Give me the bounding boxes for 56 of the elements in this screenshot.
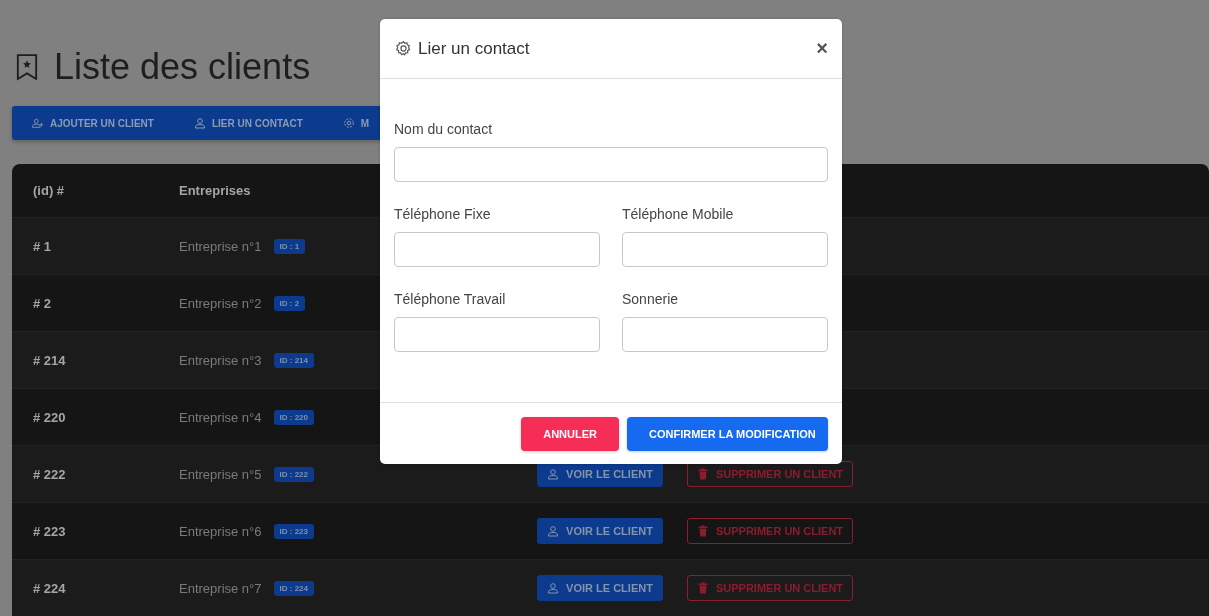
id-badge: ID : 1: [273, 238, 306, 254]
input-field[interactable]: [394, 232, 600, 267]
company-name: Entreprise n°3: [179, 352, 262, 368]
table-cell-text: # 2: [32, 295, 53, 311]
company-name: Entreprise n°7: [179, 580, 262, 596]
table-cell-text: # 224: [32, 580, 67, 596]
table-cell-text: # 1: [32, 238, 53, 254]
table-cell-text: # 220: [32, 409, 67, 425]
id-badge: ID : 224: [273, 580, 314, 596]
table-cell-text: # 214: [32, 352, 67, 368]
settings-icon: [395, 40, 412, 57]
field-label: Sonnerie: [622, 291, 680, 307]
id-badge: ID : 2: [273, 295, 306, 311]
trash-icon: [696, 525, 709, 537]
delete-client-button[interactable]: SUPPRIMER UN CLIENT: [687, 575, 853, 601]
cancel-button[interactable]: ANNULER: [521, 416, 619, 451]
column-header: (id) #: [32, 183, 66, 198]
column-header: Entreprises: [179, 183, 252, 198]
user-icon: [547, 468, 560, 480]
id-badge: ID : 214: [273, 352, 314, 368]
bookmark-icon: [16, 53, 38, 81]
dialog-title: Lier un contact: [418, 38, 531, 59]
input-field[interactable]: [394, 147, 828, 182]
trash-icon: [696, 582, 709, 594]
delete-client-button[interactable]: SUPPRIMER UN CLIENT: [687, 518, 853, 544]
trash-icon: [696, 468, 709, 480]
company-name: Entreprise n°1: [179, 238, 262, 254]
table-cell-text: # 222: [32, 466, 67, 482]
settings-icon: [342, 117, 355, 129]
id-badge: ID : 220: [273, 409, 314, 425]
id-badge: ID : 223: [273, 523, 314, 539]
toolbar-button[interactable]: AJOUTER UN CLIENT: [32, 117, 154, 129]
close-button[interactable]: ×: [816, 37, 828, 60]
view-client-button[interactable]: VOIR LE CLIENT: [537, 518, 663, 544]
user-icon: [193, 117, 206, 129]
toolbar-button[interactable]: LIER UN CONTACT: [193, 117, 303, 129]
company-name: Entreprise n°4: [179, 409, 262, 425]
input-field[interactable]: [394, 317, 600, 352]
user-icon: [547, 582, 560, 594]
company-name: Entreprise n°5: [179, 466, 262, 482]
toolbar-button[interactable]: M: [342, 117, 370, 129]
input-field[interactable]: [622, 317, 828, 352]
user-icon: [547, 525, 560, 537]
add-user-icon: [32, 117, 44, 129]
page-title: Liste des clients: [54, 46, 311, 88]
field-label: Nom du contact: [394, 121, 494, 137]
confirm-button[interactable]: CONFIRMER LA MODIFICATION: [627, 416, 828, 451]
table-cell-text: # 223: [32, 523, 67, 539]
field-label: Téléphone Travail: [394, 291, 507, 307]
field-label: Téléphone Fixe: [394, 206, 492, 222]
company-name: Entreprise n°2: [179, 295, 262, 311]
view-client-button[interactable]: VOIR LE CLIENT: [537, 575, 663, 601]
input-field[interactable]: [622, 232, 828, 267]
field-label: Téléphone Mobile: [622, 206, 735, 222]
company-name: Entreprise n°6: [179, 523, 262, 539]
id-badge: ID : 222: [273, 466, 314, 482]
